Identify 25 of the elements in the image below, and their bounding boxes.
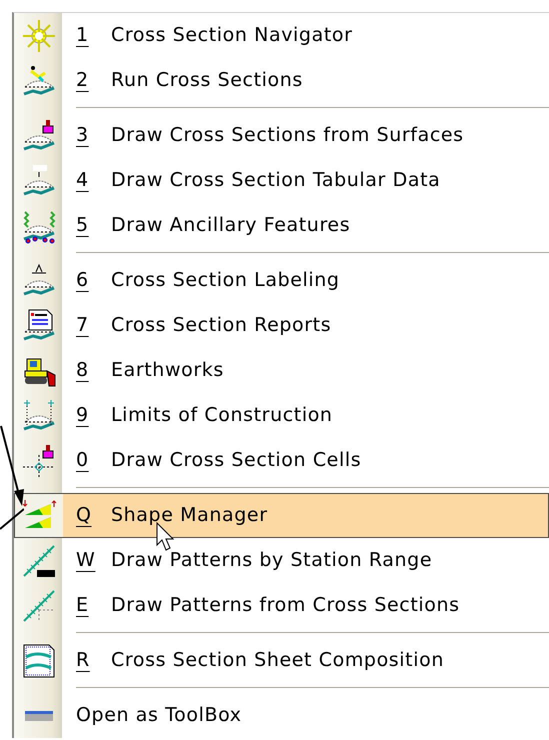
menu-item[interactable]: E Draw Patterns from Cross Sections [14,583,549,628]
menu-item[interactable]: 2 Run Cross Sections [14,58,549,103]
menu-item[interactable]: 0 Draw Cross Section Cells [14,438,549,483]
menu-item[interactable]: 7 Cross Section Reports [14,303,549,348]
menu-item[interactable]: R Cross Section Sheet Composition [14,638,549,683]
limits-icon [21,398,57,434]
menu-item[interactable]: 3 Draw Cross Sections from Surfaces [14,113,549,158]
report-icon [21,308,57,344]
pattern-line-icon [21,542,57,578]
menu-item[interactable]: W Draw Patterns by Station Range [14,538,549,583]
labeling-icon [21,262,57,298]
annotation-line [0,508,24,530]
menu-item[interactable]: 1 Cross Section Navigator [14,13,549,58]
sheet-icon [21,642,57,678]
menu-item[interactable]: 6 Cross Section Labeling [14,258,549,303]
menu-item[interactable]: Q Shape Manager [14,493,549,538]
menu-item[interactable]: Open as ToolBox [14,693,549,738]
menu-item[interactable]: 4 Draw Cross Section Tabular Data [14,158,549,203]
toolbox-window-icon [25,710,53,720]
menu-item[interactable]: 9 Limits of Construction [14,393,549,438]
sun-icon [21,18,57,54]
pattern-line-dashed-icon [21,588,57,624]
cross-section-brush-icon [21,118,57,154]
menu-item[interactable]: 5 Draw Ancillary Features [14,203,549,248]
menu-item[interactable]: 8 Earthworks [14,348,549,393]
